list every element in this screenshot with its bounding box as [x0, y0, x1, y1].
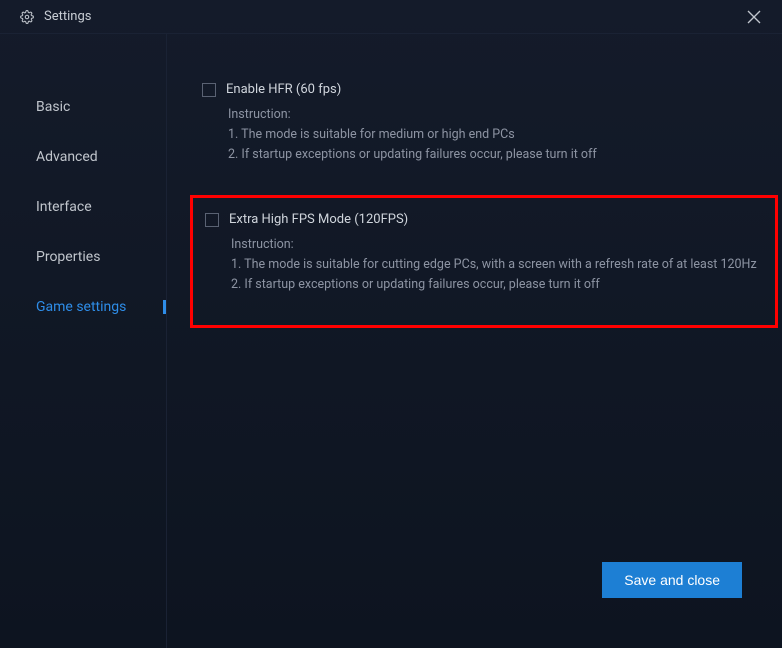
- gear-icon: [20, 10, 34, 24]
- instruction-line: 2. If startup exceptions or updating fai…: [228, 145, 782, 165]
- sidebar-item-interface[interactable]: Interface: [0, 182, 166, 232]
- instruction-heading: Instruction:: [231, 235, 765, 255]
- sidebar-item-label: Game settings: [36, 299, 126, 315]
- instruction-line: 1. The mode is suitable for medium or hi…: [228, 125, 782, 145]
- title-left: Settings: [20, 9, 91, 24]
- sidebar-item-label: Interface: [36, 199, 92, 215]
- instruction-line: 1. The mode is suitable for cutting edge…: [231, 255, 765, 275]
- sidebar-item-label: Advanced: [36, 149, 98, 165]
- checkbox-label-extra-fps: Extra High FPS Mode (120FPS): [229, 212, 408, 227]
- sidebar-item-basic[interactable]: Basic: [0, 82, 166, 132]
- title-bar: Settings: [0, 0, 782, 34]
- save-button-label: Save and close: [624, 572, 720, 588]
- checkbox-hfr[interactable]: [202, 83, 216, 97]
- checkbox-row-extra-fps[interactable]: Extra High FPS Mode (120FPS): [201, 212, 765, 227]
- instruction-hfr: Instruction: 1. The mode is suitable for…: [202, 105, 782, 165]
- window-title: Settings: [44, 9, 91, 24]
- sidebar-item-label: Basic: [36, 99, 70, 115]
- content-panel: Enable HFR (60 fps) Instruction: 1. The …: [167, 34, 782, 648]
- sidebar-item-game-settings[interactable]: Game settings: [0, 282, 166, 332]
- close-button[interactable]: [742, 5, 766, 29]
- checkbox-extra-fps[interactable]: [205, 213, 219, 227]
- instruction-line: 2. If startup exceptions or updating fai…: [231, 275, 765, 295]
- option-extra-high-fps-highlighted: Extra High FPS Mode (120FPS) Instruction…: [190, 195, 778, 328]
- instruction-extra-fps: Instruction: 1. The mode is suitable for…: [201, 235, 765, 295]
- instruction-heading: Instruction:: [228, 105, 782, 125]
- sidebar-item-label: Properties: [36, 249, 100, 265]
- checkbox-label-hfr: Enable HFR (60 fps): [226, 82, 341, 97]
- sidebar: Basic Advanced Interface Properties Game…: [0, 34, 167, 648]
- option-enable-hfr: Enable HFR (60 fps) Instruction: 1. The …: [202, 82, 782, 165]
- sidebar-item-properties[interactable]: Properties: [0, 232, 166, 282]
- save-and-close-button[interactable]: Save and close: [602, 562, 742, 598]
- close-icon: [747, 10, 761, 24]
- sidebar-item-advanced[interactable]: Advanced: [0, 132, 166, 182]
- main-area: Basic Advanced Interface Properties Game…: [0, 34, 782, 648]
- checkbox-row-hfr[interactable]: Enable HFR (60 fps): [202, 82, 782, 97]
